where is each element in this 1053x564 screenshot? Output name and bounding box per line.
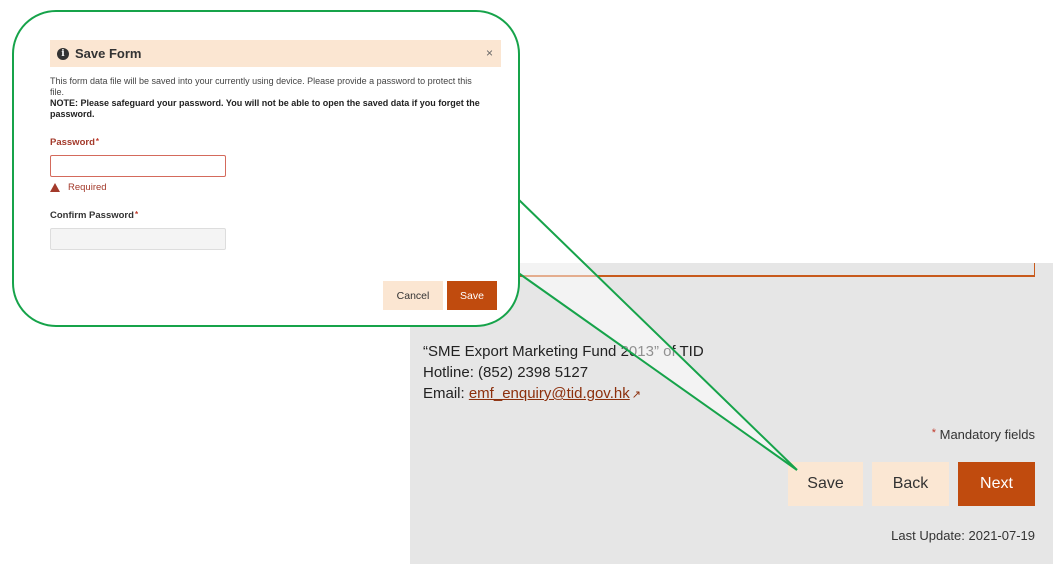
password-error: Required	[50, 182, 501, 193]
email-prefix: Email:	[423, 385, 469, 402]
mandatory-text: Mandatory fields	[936, 427, 1035, 442]
dialog-save-button[interactable]: Save	[447, 281, 497, 310]
callout-bubble: i Save Form × This form data file will b…	[12, 10, 520, 327]
back-button[interactable]: Back	[872, 462, 949, 506]
save-button[interactable]: Save	[788, 462, 863, 506]
email-line: Email: emf_enquiry@tid.gov.hk ↗	[423, 383, 704, 406]
contact-info: “SME Export Marketing Fund 2013” of TID …	[423, 341, 704, 406]
next-button[interactable]: Next	[958, 462, 1035, 506]
email-link[interactable]: emf_enquiry@tid.gov.hk	[469, 385, 630, 402]
dialog-note: NOTE: Please safeguard your password. Yo…	[50, 98, 480, 119]
info-icon: i	[57, 47, 69, 60]
dialog-actions: Cancel Save	[383, 281, 497, 310]
mandatory-note: * Mandatory fields	[932, 427, 1035, 442]
divider-edge	[1034, 263, 1035, 277]
password-label-text: Password	[50, 137, 95, 148]
hotline: Hotline: (852) 2398 5127	[423, 364, 589, 381]
password-input[interactable]	[50, 155, 226, 177]
required-star: *	[134, 210, 139, 219]
external-link-icon: ↗	[631, 389, 641, 401]
save-form-dialog: i Save Form × This form data file will b…	[50, 40, 501, 310]
page-action-buttons: Save Back Next	[788, 462, 1035, 506]
required-star: *	[95, 137, 100, 146]
close-icon[interactable]: ×	[486, 46, 493, 60]
fund-name: “SME Export Marketing Fund 2013” of TID	[423, 343, 704, 360]
confirm-password-input[interactable]	[50, 228, 226, 250]
confirm-password-label: Confirm Password*	[50, 210, 501, 221]
cancel-button[interactable]: Cancel	[383, 281, 443, 310]
dialog-header: i Save Form ×	[50, 40, 501, 67]
password-label: Password*	[50, 137, 501, 148]
dialog-title: Save Form	[75, 46, 142, 61]
last-update: Last Update: 2021-07-19	[891, 528, 1035, 543]
password-error-text: Required	[68, 182, 107, 193]
dialog-description: This form data file will be saved into y…	[50, 76, 472, 97]
confirm-password-label-text: Confirm Password	[50, 210, 134, 221]
warning-icon	[50, 183, 60, 192]
